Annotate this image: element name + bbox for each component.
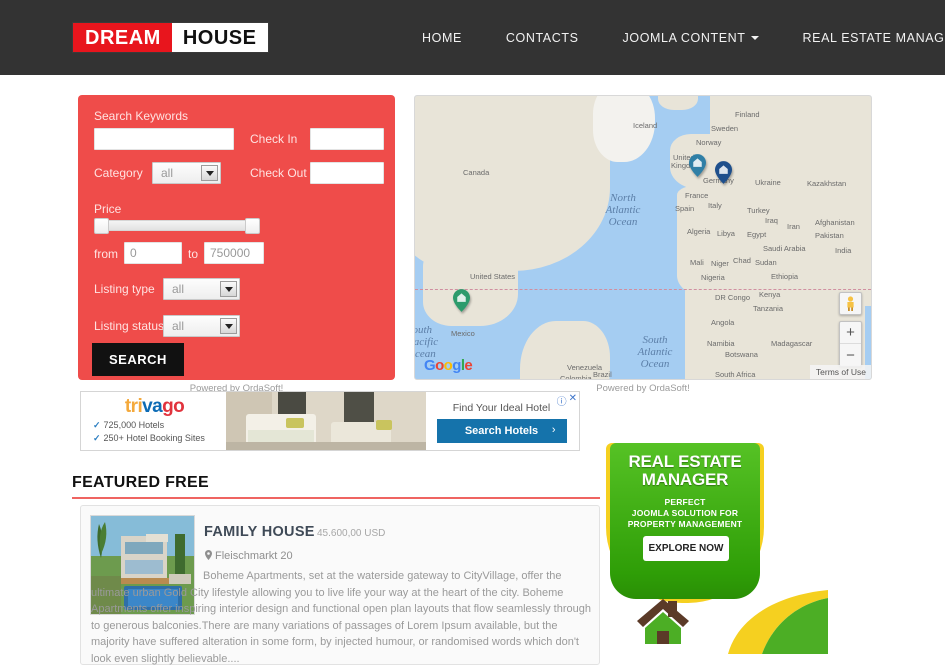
listing-type-select-value: all	[172, 282, 185, 296]
nav-label-real-estate-manager: REAL ESTATE MANAGER	[802, 30, 945, 45]
ad-search-hotels-button[interactable]: Search Hotels ›	[436, 419, 567, 443]
search-keywords-input[interactable]	[94, 128, 234, 150]
banner-swoosh-decoration	[728, 590, 828, 654]
real-estate-manager-banner[interactable]: REAL ESTATE MANAGER PERFECT JOOMLA SOLUT…	[606, 443, 764, 603]
map-marker-usa[interactable]	[453, 289, 470, 312]
listing-description: Boheme Apartments, set at the waterside …	[91, 570, 591, 665]
adchoices-icon[interactable]: ⓘ	[557, 393, 567, 408]
house-icon	[637, 599, 689, 644]
listing-address-text: Fleischmarkt 20	[215, 550, 293, 562]
nav-item-real-estate-manager[interactable]: REAL ESTATE MANAGER	[781, 31, 945, 45]
price-slider-handle-min[interactable]	[94, 218, 109, 234]
trivago-logo: trivago	[124, 396, 185, 417]
property-search-panel: Search Keywords Check In Category all Ch…	[78, 95, 395, 380]
category-select-value: all	[161, 166, 174, 180]
logo-dream-text: DREAM	[73, 23, 172, 52]
banner-title-line1: REAL ESTATE	[628, 452, 742, 471]
nav-item-home[interactable]: HOME	[400, 31, 484, 45]
equator-line	[415, 289, 871, 290]
logo-house-text: HOUSE	[171, 23, 269, 52]
ad-brand-section: trivago ✓ 725,000 Hotels ✓ 250+ Hotel Book…	[81, 392, 226, 450]
price-from-label: from	[94, 247, 118, 261]
properties-map[interactable]: Canada United States Mexico Venezuela Co…	[414, 95, 872, 380]
listing-status-select[interactable]: all	[163, 315, 240, 337]
pegman-icon[interactable]	[839, 292, 862, 315]
price-to-input[interactable]	[204, 242, 264, 264]
listing-type-select[interactable]: all	[163, 278, 240, 300]
check-out-label: Check Out	[250, 166, 307, 180]
ad-controls[interactable]: ⓘ ✕	[557, 393, 577, 408]
listing-card[interactable]: FAMILY HOUSE 45.600,00 USD Fleischmarkt …	[80, 505, 600, 665]
price-from-input[interactable]	[124, 242, 182, 264]
chevron-down-icon[interactable]	[201, 165, 218, 181]
chevron-down-icon	[750, 35, 759, 40]
map-marker-germany[interactable]	[715, 161, 732, 184]
listing-type-label: Listing type	[94, 282, 155, 296]
site-header: DREAM HOUSE HOME CONTACTS JOOMLA CONTENT…	[0, 0, 945, 75]
banner-title-line2: MANAGER	[641, 470, 729, 489]
banner-subtitle-line2: JOOMLA SOLUTION FOR	[631, 508, 739, 518]
ad-hotel-room-image	[226, 392, 426, 450]
listing-status-label: Listing status	[94, 319, 165, 333]
ad-bullet-2: ✓ 250+ Hotel Booking Sites	[93, 433, 205, 443]
google-attribution-logo: Google	[424, 357, 473, 374]
explore-now-button[interactable]: EXPLORE NOW	[643, 536, 729, 561]
chevron-down-icon[interactable]	[220, 281, 237, 297]
price-range-slider[interactable]	[94, 218, 260, 234]
nav-label-contacts: CONTACTS	[505, 30, 579, 45]
ad-button-label: Search Hotels	[464, 425, 539, 437]
banner-title: REAL ESTATE MANAGER	[610, 443, 760, 489]
search-button[interactable]: SEARCH	[92, 343, 184, 376]
search-keywords-label: Search Keywords	[94, 109, 189, 123]
listing-status-select-value: all	[172, 319, 185, 333]
category-select[interactable]: all	[152, 162, 221, 184]
featured-section-heading: FEATURED FREE	[72, 474, 209, 491]
nav-label-home: HOME	[422, 30, 462, 45]
search-keywords-label-wrap: Search Keywords	[94, 109, 188, 127]
main-navigation: HOME CONTACTS JOOMLA CONTENT REAL ESTATE…	[400, 0, 945, 75]
ad-headline: Find Your Ideal Hotel	[452, 402, 551, 414]
advertisement-banner[interactable]: trivago ✓ 725,000 Hotels ✓ 250+ Hotel Book…	[80, 391, 580, 451]
nav-item-contacts[interactable]: CONTACTS	[484, 31, 601, 45]
site-logo[interactable]: DREAM HOUSE	[72, 22, 270, 53]
map-zoom-controls[interactable]: + −	[839, 321, 862, 367]
ad-bullet-1: ✓ 725,000 Hotels	[93, 420, 165, 430]
price-to-label: to	[188, 247, 199, 261]
featured-divider	[72, 497, 600, 499]
check-icon: ✓	[93, 420, 101, 430]
banner-subtitle: PERFECT JOOMLA SOLUTION FOR PROPERTY MAN…	[610, 497, 760, 530]
listing-address: Fleischmarkt 20	[205, 550, 293, 562]
location-pin-icon	[205, 550, 212, 560]
banner-subtitle-line1: PERFECT	[664, 497, 706, 507]
check-icon: ✓	[93, 433, 101, 443]
map-canvas[interactable]: Canada United States Mexico Venezuela Co…	[415, 96, 871, 379]
ad-cta-section: ⓘ ✕ Find Your Ideal Hotel Search Hotels …	[426, 392, 579, 450]
chevron-down-icon[interactable]	[220, 318, 237, 334]
map-terms-of-use-link[interactable]: Terms of Use	[809, 365, 871, 379]
map-zoom-out-button[interactable]: −	[840, 344, 861, 366]
check-out-input[interactable]	[310, 162, 384, 184]
listing-title[interactable]: FAMILY HOUSE	[204, 524, 315, 540]
category-label: Category	[94, 166, 143, 180]
price-slider-handle-max[interactable]	[245, 218, 260, 234]
close-icon[interactable]: ✕	[569, 393, 577, 408]
check-in-input[interactable]	[310, 128, 384, 150]
map-marker-uk[interactable]	[689, 154, 706, 177]
listing-price: 45.600,00 USD	[317, 528, 386, 539]
price-label: Price	[94, 202, 122, 216]
chevron-right-icon: ›	[551, 424, 556, 436]
map-zoom-in-button[interactable]: +	[840, 322, 861, 344]
check-in-label: Check In	[250, 132, 298, 146]
banner-subtitle-line3: PROPERTY MANAGEMENT	[627, 519, 743, 529]
nav-label-joomla-content: JOOMLA CONTENT	[622, 30, 746, 45]
nav-item-joomla-content[interactable]: JOOMLA CONTENT	[601, 31, 781, 45]
